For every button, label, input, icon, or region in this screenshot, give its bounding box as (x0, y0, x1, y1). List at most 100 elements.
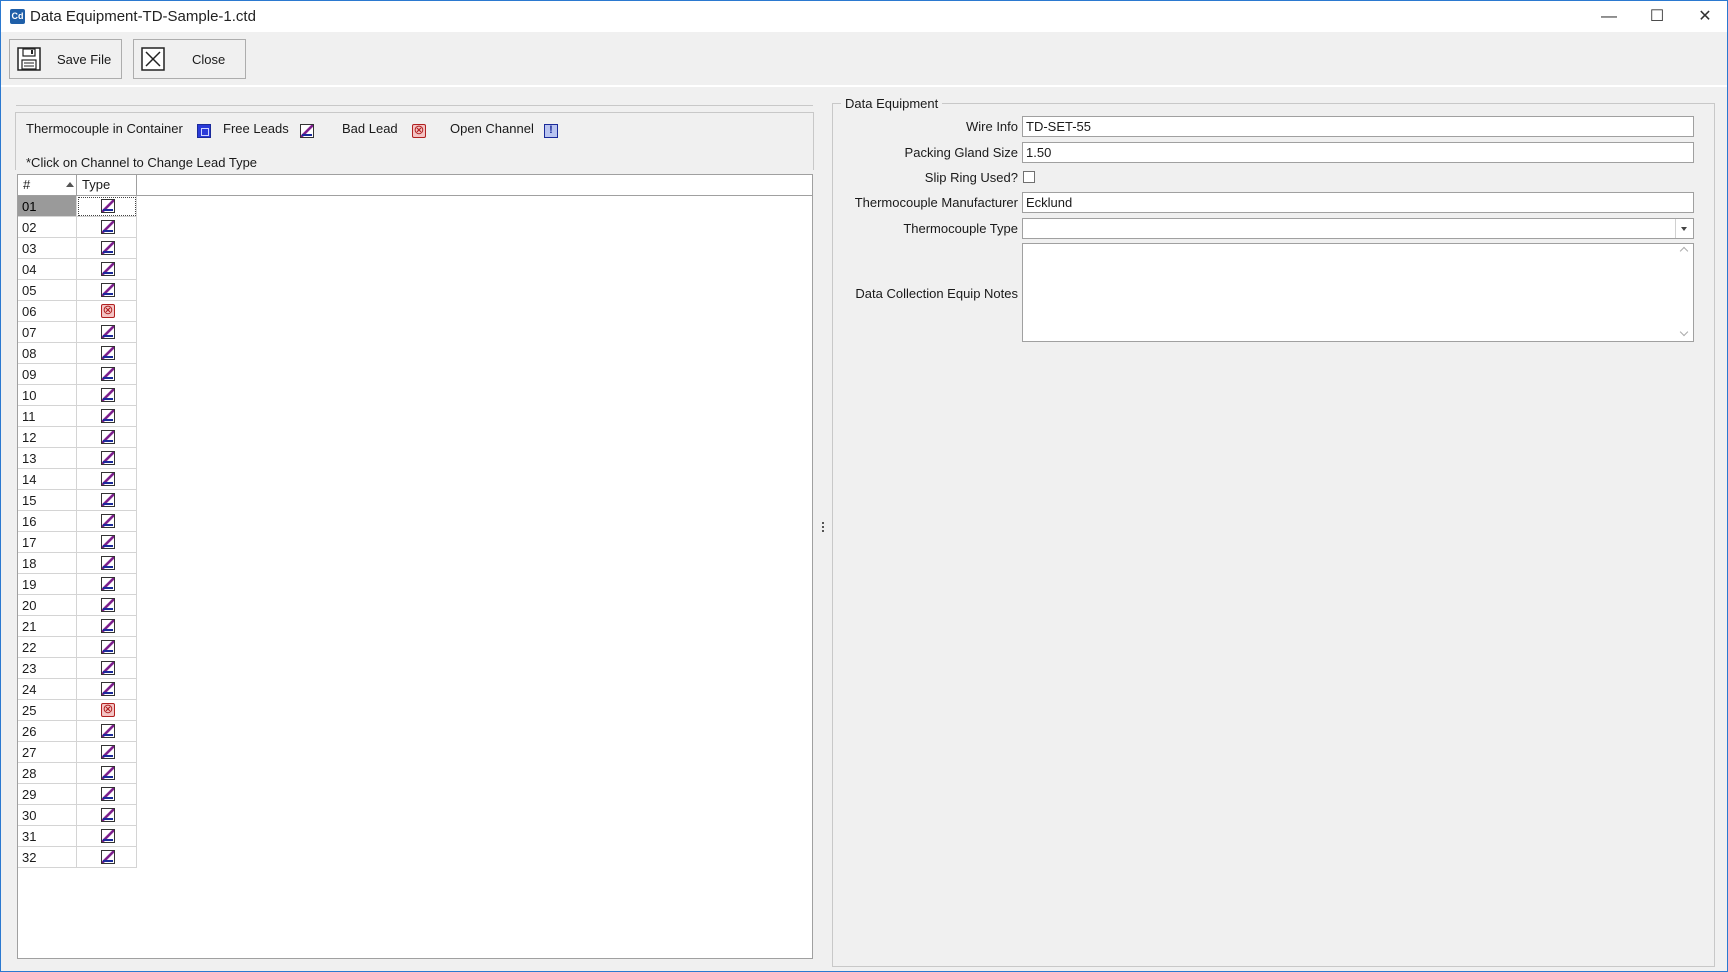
close-button[interactable]: Close (133, 39, 246, 79)
channel-number-cell[interactable]: 01 (18, 196, 77, 217)
lead-type-cell[interactable] (77, 490, 137, 511)
table-row[interactable]: 23 (18, 658, 138, 679)
channel-number-cell[interactable]: 32 (18, 847, 77, 868)
lead-type-cell[interactable] (77, 553, 137, 574)
table-row[interactable]: 32 (18, 847, 138, 868)
packing-gland-field[interactable]: 1.50 (1022, 142, 1694, 163)
lead-type-cell[interactable] (77, 196, 137, 217)
lead-type-cell[interactable] (77, 217, 137, 238)
column-header-number[interactable]: # (18, 175, 77, 195)
channel-number-cell[interactable]: 23 (18, 658, 77, 679)
channel-number-cell[interactable]: 16 (18, 511, 77, 532)
lead-type-cell[interactable] (77, 427, 137, 448)
table-row[interactable]: 26 (18, 721, 138, 742)
tc-manufacturer-field[interactable]: Ecklund (1022, 192, 1694, 213)
table-row[interactable]: 21 (18, 616, 138, 637)
table-row[interactable]: 25 (18, 700, 138, 721)
channel-number-cell[interactable]: 03 (18, 238, 77, 259)
channel-number-cell[interactable]: 20 (18, 595, 77, 616)
table-row[interactable]: 16 (18, 511, 138, 532)
table-row[interactable]: 05 (18, 280, 138, 301)
channel-number-cell[interactable]: 28 (18, 763, 77, 784)
lead-type-cell[interactable] (77, 511, 137, 532)
table-row[interactable]: 09 (18, 364, 138, 385)
channel-number-cell[interactable]: 29 (18, 784, 77, 805)
slip-ring-checkbox[interactable] (1023, 171, 1035, 183)
table-row[interactable]: 12 (18, 427, 138, 448)
table-row[interactable]: 30 (18, 805, 138, 826)
lead-type-cell[interactable] (77, 595, 137, 616)
lead-type-cell[interactable] (77, 574, 137, 595)
lead-type-cell[interactable] (77, 532, 137, 553)
table-row[interactable]: 02 (18, 217, 138, 238)
table-row[interactable]: 22 (18, 637, 138, 658)
table-row[interactable]: 15 (18, 490, 138, 511)
chevron-down-icon[interactable] (1675, 219, 1693, 238)
channel-number-cell[interactable]: 08 (18, 343, 77, 364)
channel-number-cell[interactable]: 14 (18, 469, 77, 490)
channel-number-cell[interactable]: 07 (18, 322, 77, 343)
channel-number-cell[interactable]: 05 (18, 280, 77, 301)
minimize-button[interactable]: — (1585, 1, 1633, 32)
table-row[interactable]: 29 (18, 784, 138, 805)
lead-type-cell[interactable] (77, 616, 137, 637)
table-row[interactable]: 19 (18, 574, 138, 595)
lead-type-cell[interactable] (77, 301, 137, 322)
tc-type-select[interactable] (1022, 218, 1694, 239)
table-row[interactable]: 14 (18, 469, 138, 490)
table-row[interactable]: 08 (18, 343, 138, 364)
channel-number-cell[interactable]: 30 (18, 805, 77, 826)
channel-number-cell[interactable]: 04 (18, 259, 77, 280)
lead-type-cell[interactable] (77, 280, 137, 301)
table-row[interactable]: 27 (18, 742, 138, 763)
channel-number-cell[interactable]: 09 (18, 364, 77, 385)
table-row[interactable]: 11 (18, 406, 138, 427)
lead-type-cell[interactable] (77, 805, 137, 826)
save-file-button[interactable]: Save File (9, 39, 122, 79)
lead-type-cell[interactable] (77, 847, 137, 868)
channel-number-cell[interactable]: 22 (18, 637, 77, 658)
channel-number-cell[interactable]: 13 (18, 448, 77, 469)
lead-type-cell[interactable] (77, 406, 137, 427)
lead-type-cell[interactable] (77, 763, 137, 784)
channel-number-cell[interactable]: 21 (18, 616, 77, 637)
table-row[interactable]: 20 (18, 595, 138, 616)
channel-number-cell[interactable]: 15 (18, 490, 77, 511)
scroll-down-icon[interactable] (1679, 327, 1689, 337)
channel-number-cell[interactable]: 10 (18, 385, 77, 406)
channel-number-cell[interactable]: 27 (18, 742, 77, 763)
lead-type-cell[interactable] (77, 322, 137, 343)
table-row[interactable]: 24 (18, 679, 138, 700)
lead-type-cell[interactable] (77, 238, 137, 259)
lead-type-cell[interactable] (77, 826, 137, 847)
table-row[interactable]: 10 (18, 385, 138, 406)
channel-number-cell[interactable]: 19 (18, 574, 77, 595)
scroll-up-icon[interactable] (1679, 246, 1689, 256)
lead-type-cell[interactable] (77, 343, 137, 364)
table-row[interactable]: 01 (18, 196, 138, 217)
table-row[interactable]: 07 (18, 322, 138, 343)
lead-type-cell[interactable] (77, 784, 137, 805)
lead-type-cell[interactable] (77, 448, 137, 469)
lead-type-cell[interactable] (77, 469, 137, 490)
window-close-button[interactable]: ✕ (1681, 1, 1728, 32)
channel-number-cell[interactable]: 25 (18, 700, 77, 721)
channel-number-cell[interactable]: 17 (18, 532, 77, 553)
maximize-button[interactable]: ☐ (1633, 1, 1681, 32)
lead-type-cell[interactable] (77, 700, 137, 721)
channel-number-cell[interactable]: 02 (18, 217, 77, 238)
wire-info-field[interactable]: TD-SET-55 (1022, 116, 1694, 137)
channel-number-cell[interactable]: 06 (18, 301, 77, 322)
lead-type-cell[interactable] (77, 385, 137, 406)
lead-type-cell[interactable] (77, 721, 137, 742)
channel-number-cell[interactable]: 12 (18, 427, 77, 448)
table-row[interactable]: 17 (18, 532, 138, 553)
channel-number-cell[interactable]: 11 (18, 406, 77, 427)
table-row[interactable]: 06 (18, 301, 138, 322)
column-header-type[interactable]: Type (77, 175, 137, 195)
lead-type-cell[interactable] (77, 679, 137, 700)
lead-type-cell[interactable] (77, 742, 137, 763)
table-row[interactable]: 28 (18, 763, 138, 784)
notes-textarea[interactable] (1022, 243, 1694, 342)
table-row[interactable]: 18 (18, 553, 138, 574)
